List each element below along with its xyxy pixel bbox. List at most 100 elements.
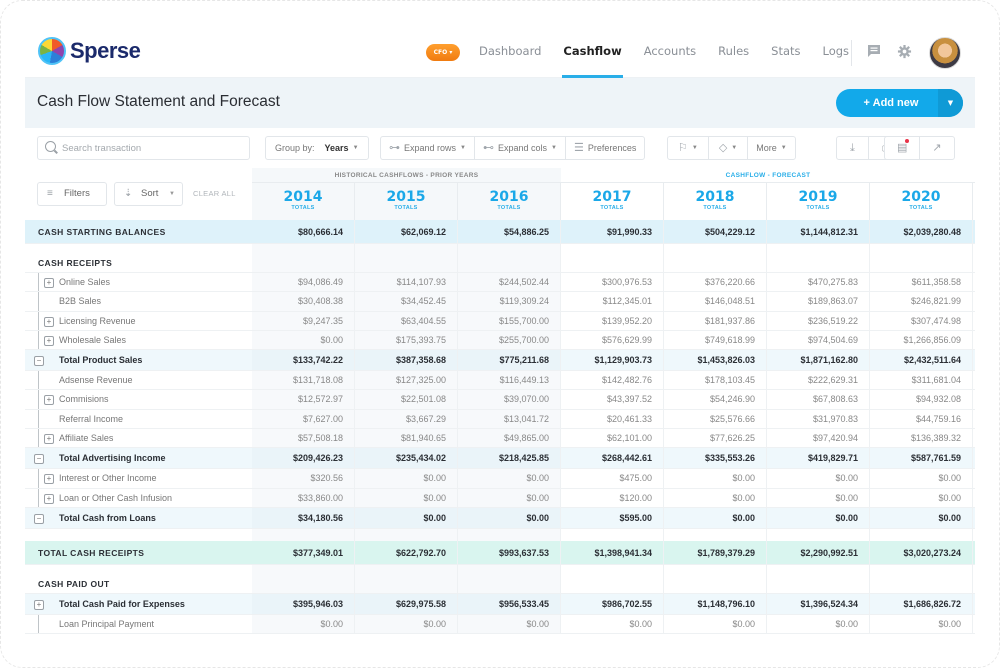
value-cell[interactable]: $31,970.83 <box>767 409 870 429</box>
total-row[interactable]: − Total Advertising Income $209,426.23 $235… <box>25 448 975 470</box>
year-column-header[interactable]: 2016 TOTALS <box>458 183 561 220</box>
expand-rows-button[interactable]: ⊶ Expand rows ▼ <box>381 137 475 159</box>
section-head-row[interactable]: CASH PAID OUT <box>25 564 975 594</box>
value-cell[interactable]: $0.00 <box>355 488 458 507</box>
collapse-row-icon[interactable]: − <box>34 454 44 465</box>
value-cell[interactable]: $57,508.18 <box>252 429 355 448</box>
value-cell[interactable]: $136,389.32 <box>870 429 973 448</box>
value-cell[interactable]: $244,502.44 <box>458 273 561 292</box>
expand-row-icon[interactable]: + <box>44 395 54 406</box>
value-cell[interactable]: $178,103.45 <box>664 371 767 390</box>
value-cell[interactable]: $0.00 <box>767 469 870 488</box>
value-cell[interactable]: $30,408.38 <box>252 292 355 311</box>
value-cell[interactable]: $504,229.12 <box>664 220 767 243</box>
value-cell[interactable]: $77,626.25 <box>664 429 767 448</box>
nav-tab-logs[interactable]: Logs <box>812 25 861 78</box>
value-cell[interactable]: $81,940.65 <box>355 429 458 448</box>
table-row[interactable]: + Interest or Other Income $320.56 $0.00 $0.… <box>25 469 975 489</box>
value-cell[interactable]: $255,700.00 <box>458 330 561 350</box>
value-cell[interactable]: $33,860.00 <box>252 488 355 507</box>
value-cell[interactable]: $576,629.99 <box>561 330 664 350</box>
value-cell[interactable] <box>355 244 458 272</box>
value-cell[interactable]: $39,070.00 <box>458 390 561 409</box>
expand-row-icon[interactable]: + <box>44 493 54 504</box>
value-cell[interactable]: $335,553.26 <box>664 448 767 469</box>
value-cell[interactable]: $116,449.13 <box>458 371 561 390</box>
value-cell[interactable]: $142,482.76 <box>561 371 664 390</box>
value-cell[interactable]: $119,309.24 <box>458 292 561 311</box>
year-column-header[interactable]: 2020 TOTALS <box>870 183 973 220</box>
value-cell[interactable]: $3,667.29 <box>355 409 458 429</box>
value-cell[interactable]: $986,702.55 <box>561 593 664 614</box>
value-cell[interactable] <box>252 564 355 593</box>
value-cell[interactable]: $189,863.07 <box>767 292 870 311</box>
value-cell[interactable]: $0.00 <box>664 469 767 488</box>
gear-icon[interactable] <box>896 44 912 60</box>
user-avatar[interactable] <box>929 37 961 69</box>
value-cell[interactable]: $0.00 <box>252 614 355 634</box>
value-cell[interactable]: $0.00 <box>458 469 561 488</box>
value-cell[interactable]: $956,533.45 <box>458 593 561 614</box>
table-row[interactable]: + Loan or Other Cash Infusion $33,860.00 $0… <box>25 488 975 508</box>
value-cell[interactable]: $54,246.90 <box>664 390 767 409</box>
value-cell[interactable]: $419,829.71 <box>767 448 870 469</box>
value-cell[interactable]: $377,349.01 <box>252 540 355 564</box>
value-cell[interactable]: $63,404.55 <box>355 311 458 330</box>
value-cell[interactable]: $475.00 <box>561 469 664 488</box>
filters-button[interactable]: ≡ Filters <box>37 182 107 206</box>
value-cell[interactable]: $587,761.59 <box>870 448 973 469</box>
value-cell[interactable] <box>355 564 458 593</box>
expand-row-icon[interactable]: + <box>44 474 54 485</box>
value-cell[interactable]: $139,952.20 <box>561 311 664 330</box>
value-cell[interactable]: $0.00 <box>355 469 458 488</box>
value-cell[interactable]: $749,618.99 <box>664 330 767 350</box>
value-cell[interactable]: $0.00 <box>355 507 458 528</box>
value-cell[interactable]: $43,397.52 <box>561 390 664 409</box>
tag-button[interactable]: ◇ ▼ <box>709 137 749 159</box>
expand-row-icon[interactable]: + <box>34 599 44 610</box>
value-cell[interactable]: $300,976.53 <box>561 273 664 292</box>
value-cell[interactable]: $470,275.83 <box>767 273 870 292</box>
value-cell[interactable]: $0.00 <box>870 507 973 528</box>
value-cell[interactable]: $1,396,524.34 <box>767 593 870 614</box>
table-row[interactable]: + Licensing Revenue $9,247.35 $63,404.55 $15… <box>25 311 975 331</box>
value-cell[interactable]: $395,946.03 <box>252 593 355 614</box>
value-cell[interactable]: $0.00 <box>870 614 973 634</box>
value-cell[interactable]: $775,211.68 <box>458 350 561 371</box>
nav-tab-accounts[interactable]: Accounts <box>633 25 707 78</box>
value-cell[interactable]: $0.00 <box>870 488 973 507</box>
year-column-header[interactable]: 2015 TOTALS <box>355 183 458 220</box>
value-cell[interactable]: $993,637.53 <box>458 540 561 564</box>
year-column-header[interactable]: 2014 TOTALS <box>252 183 355 220</box>
value-cell[interactable]: $13,041.72 <box>458 409 561 429</box>
value-cell[interactable] <box>561 244 664 272</box>
comments-button[interactable]: ▤ <box>885 137 921 159</box>
value-cell[interactable]: $307,474.98 <box>870 311 973 330</box>
value-cell[interactable]: $114,107.93 <box>355 273 458 292</box>
more-button[interactable]: More ▼ <box>748 137 794 159</box>
table-row[interactable]: Loan Principal Payment $0.00 $0.00 $0.00 $0.… <box>25 614 975 635</box>
value-cell[interactable]: $44,759.16 <box>870 409 973 429</box>
value-cell[interactable]: $0.00 <box>767 614 870 634</box>
value-cell[interactable] <box>767 528 870 541</box>
value-cell[interactable]: $54,886.25 <box>458 220 561 243</box>
table-row[interactable]: Referral Income $7,627.00 $3,667.29 $13,041… <box>25 409 975 430</box>
value-cell[interactable] <box>252 528 355 541</box>
value-cell[interactable]: $62,101.00 <box>561 429 664 448</box>
value-cell[interactable] <box>561 528 664 541</box>
value-cell[interactable]: $181,937.86 <box>664 311 767 330</box>
value-cell[interactable]: $235,434.02 <box>355 448 458 469</box>
value-cell[interactable]: $22,501.08 <box>355 390 458 409</box>
table-row[interactable]: + Online Sales $94,086.49 $114,107.93 $244,5… <box>25 273 975 293</box>
value-cell[interactable]: $2,432,511.64 <box>870 350 973 371</box>
value-cell[interactable] <box>252 244 355 272</box>
group-by-dropdown[interactable]: Group by: Years ▼ <box>266 137 368 159</box>
value-cell[interactable]: $0.00 <box>664 488 767 507</box>
value-cell[interactable]: $146,048.51 <box>664 292 767 311</box>
value-cell[interactable]: $155,700.00 <box>458 311 561 330</box>
value-cell[interactable] <box>664 244 767 272</box>
value-cell[interactable]: $25,576.66 <box>664 409 767 429</box>
value-cell[interactable]: $12,572.97 <box>252 390 355 409</box>
nav-tab-rules[interactable]: Rules <box>707 25 760 78</box>
collapse-row-icon[interactable]: − <box>34 513 44 524</box>
